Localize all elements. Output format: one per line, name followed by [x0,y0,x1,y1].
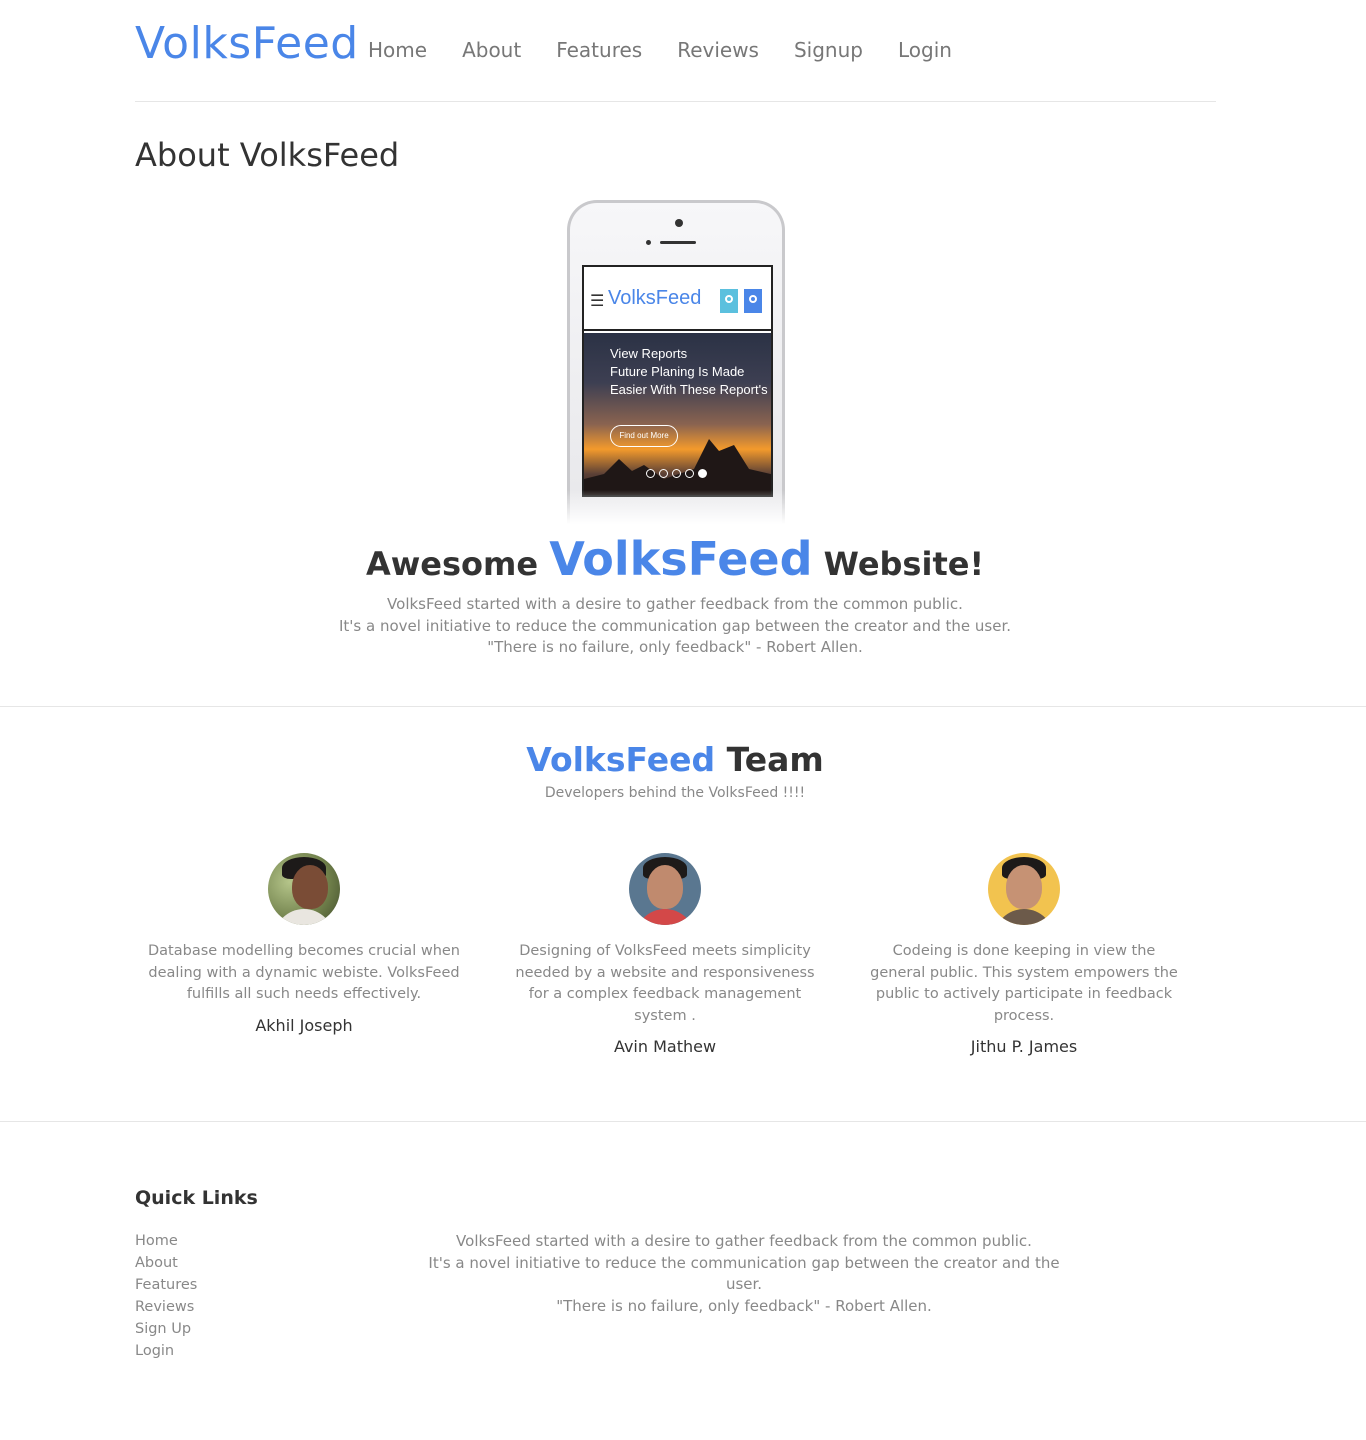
avatar [988,853,1060,925]
list-item: Sign Up [135,1318,197,1340]
lock-icon [720,289,738,313]
carousel-dot [659,469,668,478]
phone-frame: ☰ VolksFeed View Reports Future Planing … [567,200,785,530]
brand-logo[interactable]: VolksFeed [135,18,359,69]
member-name: Jithu P. James [970,1037,1078,1056]
footer-link-home[interactable]: Home [135,1233,178,1249]
team-member-card: Codeing is done keeping in view the gene… [864,853,1184,1056]
team-title: VolksFeed Team [0,740,1350,779]
site-header: VolksFeed Home About Features Reviews Si… [135,0,1216,102]
about-tagline: Awesome VolksFeed Website! [0,532,1350,586]
team-title-rest: Team [726,740,824,779]
phone-hero-line: Future Planing Is Made [610,364,745,379]
phone-speaker [660,241,696,244]
team-title-highlight: VolksFeed [526,740,716,779]
footer-link-features[interactable]: Features [135,1277,197,1293]
quick-links-title: Quick Links [135,1187,258,1209]
footer-description: VolksFeed started with a desire to gathe… [420,1231,1068,1317]
team-subtitle: Developers behind the VolksFeed !!!! [544,785,806,801]
phone-find-out-more-button: Find out More [610,425,678,447]
quick-links-list: Home About Features Reviews Sign Up Logi… [135,1230,197,1362]
nav-home[interactable]: Home [368,38,427,62]
section-divider [0,1121,1366,1122]
phone-screen-brand: VolksFeed [608,287,702,309]
footer-link-reviews[interactable]: Reviews [135,1299,194,1315]
avatar-face [292,865,328,909]
member-description: Designing of VolksFeed meets simplicity … [515,943,815,1024]
avatar-body [994,909,1054,925]
about-title: About VolksFeed [135,136,400,174]
member-name: Avin Mathew [613,1037,717,1056]
phone-mockup-image: ☰ VolksFeed View Reports Future Planing … [563,200,789,530]
phone-hero-line: Easier With These Report's [610,382,768,397]
carousel-dot [646,469,655,478]
list-item: Login [135,1340,197,1362]
about-desc-line: VolksFeed started with a desire to gathe… [387,595,963,613]
avatar [268,853,340,925]
carousel-dot [685,469,694,478]
member-description: Codeing is done keeping in view the gene… [870,943,1178,1024]
member-description: Database modelling becomes crucial when … [148,943,460,1002]
nav-login[interactable]: Login [898,38,952,62]
team-member-card: Designing of VolksFeed meets simplicity … [505,853,825,1056]
about-description: VolksFeed started with a desire to gathe… [0,594,1350,659]
user-icon [744,289,762,313]
avatar [629,853,701,925]
list-item: Home [135,1230,197,1252]
section-divider [0,706,1366,707]
list-item: About [135,1252,197,1274]
avatar-body [274,909,334,925]
footer-desc-line: VolksFeed started with a desire to gathe… [456,1232,1032,1250]
tagline-highlight: VolksFeed [549,532,813,586]
about-desc-line: It's a novel initiative to reduce the co… [338,616,1012,635]
phone-camera [675,219,683,227]
about-desc-line: "There is no failure, only feedback" - R… [487,638,863,656]
phone-hero-line: View Reports [610,346,688,361]
nav-features[interactable]: Features [556,38,642,62]
main-nav: Home About Features Reviews Signup Login [368,38,987,62]
footer-link-about[interactable]: About [135,1255,178,1271]
hamburger-icon: ☰ [590,291,605,310]
footer-desc-line: "There is no failure, only feedback" - R… [556,1296,932,1315]
tagline-pre: Awesome [365,545,539,583]
footer-link-login[interactable]: Login [135,1343,174,1359]
avatar-body [635,909,695,925]
member-name: Akhil Joseph [255,1015,353,1035]
team-member-card: Database modelling becomes crucial when … [144,853,464,1035]
list-item: Features [135,1274,197,1296]
nav-about[interactable]: About [462,38,521,62]
avatar-face [1006,865,1042,909]
avatar-face [647,865,683,909]
carousel-dot [672,469,681,478]
phone-screen-navbar: ☰ VolksFeed [584,267,771,331]
nav-reviews[interactable]: Reviews [677,38,759,62]
list-item: Reviews [135,1296,197,1318]
phone-screen-hero: View Reports Future Planing Is Made Easi… [584,333,771,495]
footer-link-signup[interactable]: Sign Up [135,1321,191,1337]
tagline-post: Website! [823,545,985,583]
phone-screen: ☰ VolksFeed View Reports Future Planing … [582,265,773,497]
phone-hero-text: View Reports Future Planing Is Made Easi… [610,345,768,399]
phone-sensor [646,240,651,245]
carousel-dot-active [698,469,707,478]
carousel-dots [646,469,711,478]
footer-desc-line: It's a novel initiative to reduce the co… [428,1253,1060,1294]
phone-reflection-fade [563,490,789,530]
nav-signup[interactable]: Signup [794,38,863,62]
